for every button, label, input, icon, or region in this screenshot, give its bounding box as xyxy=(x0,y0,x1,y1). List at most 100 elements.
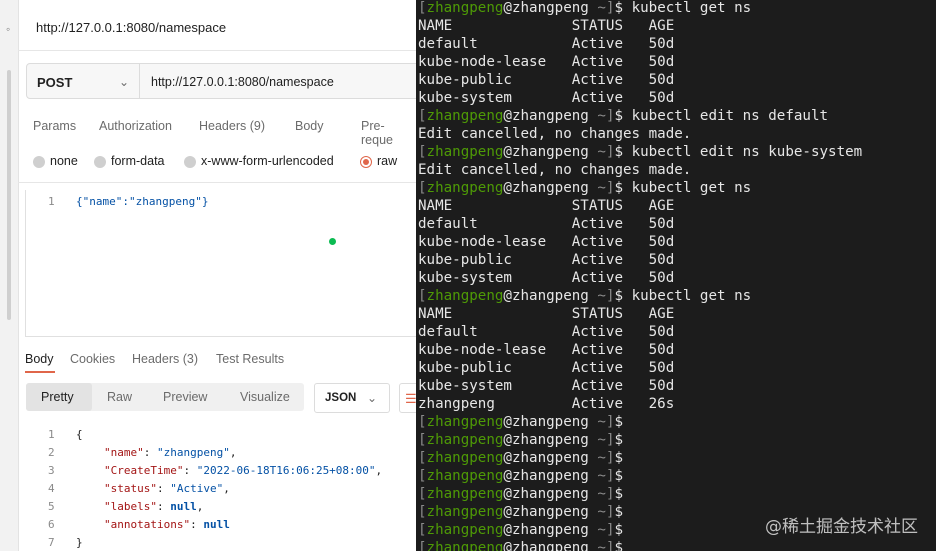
wrap-button[interactable]: ☰ xyxy=(399,383,416,413)
prompt-cwd: ~ xyxy=(597,144,606,160)
resp-tab-headers[interactable]: Headers (3) xyxy=(132,352,198,366)
prompt-host: zhangpeng xyxy=(511,522,589,538)
tab-authorization[interactable]: Authorization xyxy=(99,119,172,133)
prompt-user: zhangpeng xyxy=(426,144,504,160)
radio-urlencoded-label: x-www-form-urlencoded xyxy=(201,154,334,168)
tab-headers[interactable]: Headers (9) xyxy=(199,119,265,133)
prompt-at: @ xyxy=(503,468,512,484)
radio-form-data[interactable] xyxy=(94,156,106,168)
prompt-dollar: $ xyxy=(614,414,632,430)
view-raw[interactable]: Raw xyxy=(107,390,132,404)
prompt-at: @ xyxy=(503,522,512,538)
json-key: "annotations" xyxy=(104,518,191,531)
prompt-user: zhangpeng xyxy=(426,0,504,16)
url-input[interactable]: http://127.0.0.1:8080/namespace xyxy=(140,63,416,99)
radio-urlencoded[interactable] xyxy=(184,156,196,168)
prompt-bracket: [ xyxy=(418,486,427,502)
line-number: 1 xyxy=(48,195,55,208)
prompt-bracket: [ xyxy=(418,0,427,16)
terminal-output-line: NAME STATUS AGE xyxy=(418,306,675,322)
radio-none[interactable] xyxy=(33,156,45,168)
terminal-output-line: Edit cancelled, no changes made. xyxy=(418,162,692,178)
line-number: 5 xyxy=(48,500,55,513)
prompt-host: zhangpeng xyxy=(511,504,589,520)
terminal-output-line: Edit cancelled, no changes made. xyxy=(418,126,692,142)
prompt-at: @ xyxy=(503,540,512,551)
radio-raw-label: raw xyxy=(377,154,398,168)
resp-tab-cookies[interactable]: Cookies xyxy=(70,352,115,366)
terminal-command: kubectl get ns xyxy=(631,180,752,196)
info-icon: ◦ xyxy=(6,22,11,36)
line-number: 4 xyxy=(48,482,55,495)
active-tab-underline xyxy=(25,371,55,373)
terminal-output-line: kube-node-lease Active 50d xyxy=(418,234,675,250)
tab-headers-label: Headers xyxy=(199,119,247,133)
prompt-host: zhangpeng xyxy=(511,144,589,160)
json-close: } xyxy=(76,536,83,549)
prompt-at: @ xyxy=(503,180,512,196)
prompt-host: zhangpeng xyxy=(511,450,589,466)
divider xyxy=(18,50,416,51)
json-key: "labels" xyxy=(104,500,157,513)
prompt-bracket: [ xyxy=(418,522,427,538)
view-pretty[interactable]: Pretty xyxy=(41,390,74,404)
body-code: {"name":"zhangpeng"} xyxy=(76,195,209,208)
prompt-host: zhangpeng xyxy=(511,540,589,551)
body-editor[interactable] xyxy=(25,190,416,337)
prompt-at: @ xyxy=(503,504,512,520)
json-value: "zhangpeng" xyxy=(157,446,230,459)
resp-tab-tests[interactable]: Test Results xyxy=(216,352,284,366)
prompt-user: zhangpeng xyxy=(426,468,504,484)
resp-tab-body[interactable]: Body xyxy=(25,352,54,366)
prompt-dollar: $ xyxy=(614,432,632,448)
prompt-cwd: ~ xyxy=(597,540,606,551)
terminal-command: kubectl edit ns kube-system xyxy=(631,144,863,160)
terminal-command: kubectl get ns xyxy=(631,0,752,16)
format-select[interactable]: JSON ⌄ xyxy=(314,383,390,413)
prompt-host: zhangpeng xyxy=(511,108,589,124)
terminal-output-line: NAME STATUS AGE xyxy=(418,198,675,214)
url-input-text: http://127.0.0.1:8080/namespace xyxy=(151,75,334,89)
tab-body[interactable]: Body xyxy=(295,119,336,245)
terminal-output-line: zhangpeng Active 26s xyxy=(418,396,675,412)
terminal-prompt-line: [zhangpeng@zhangpeng ~]$ xyxy=(418,413,632,431)
prompt-dollar: $ xyxy=(614,522,632,538)
method-select[interactable]: POST ⌄ xyxy=(26,63,140,99)
json-line-createtime: "CreateTime": "2022-06-18T16:06:25+08:00… xyxy=(104,464,383,477)
prompt-user: zhangpeng xyxy=(426,432,504,448)
prompt-user: zhangpeng xyxy=(426,180,504,196)
view-preview[interactable]: Preview xyxy=(163,390,207,404)
terminal-output-line: kube-public Active 50d xyxy=(418,72,675,88)
prompt-dollar: $ xyxy=(614,504,632,520)
radio-raw[interactable] xyxy=(360,156,372,168)
scrollbar-thumb[interactable] xyxy=(7,70,11,320)
prompt-user: zhangpeng xyxy=(426,288,504,304)
tab-params[interactable]: Params xyxy=(33,119,76,133)
prompt-dollar: $ xyxy=(614,108,632,124)
terminal-output-line: kube-public Active 50d xyxy=(418,252,675,268)
terminal-output-line: kube-node-lease Active 50d xyxy=(418,342,675,358)
prompt-dollar: $ xyxy=(614,0,632,16)
terminal-output-line: default Active 50d xyxy=(418,324,675,340)
tab-prerequest[interactable]: Pre-reque xyxy=(361,119,416,147)
prompt-cwd: ~ xyxy=(597,522,606,538)
prompt-cwd: ~ xyxy=(597,450,606,466)
prompt-bracket: [ xyxy=(418,450,427,466)
terminal-output-line: kube-public Active 50d xyxy=(418,360,675,376)
terminal-prompt-line: [zhangpeng@zhangpeng ~]$ xyxy=(418,431,632,449)
left-gutter: ◦ xyxy=(0,0,19,551)
json-key: "status" xyxy=(104,482,157,495)
terminal-prompt-line: [zhangpeng@zhangpeng ~]$ xyxy=(418,503,632,521)
prompt-bracket: [ xyxy=(418,108,427,124)
prompt-cwd: ~ xyxy=(597,180,606,196)
prompt-host: zhangpeng xyxy=(511,468,589,484)
view-visualize[interactable]: Visualize xyxy=(240,390,290,404)
terminal-window[interactable]: [zhangpeng@zhangpeng ~]$ kubectl get ns N… xyxy=(416,0,936,551)
json-value: null xyxy=(203,518,230,531)
tab-headers-count: (9) xyxy=(249,119,266,133)
method-label: POST xyxy=(37,75,73,90)
prompt-host: zhangpeng xyxy=(511,486,589,502)
terminal-prompt-line: [zhangpeng@zhangpeng ~]$ xyxy=(418,521,632,539)
format-label: JSON xyxy=(325,392,357,404)
terminal-prompt-line: [zhangpeng@zhangpeng ~]$ kubectl get ns xyxy=(418,179,751,197)
